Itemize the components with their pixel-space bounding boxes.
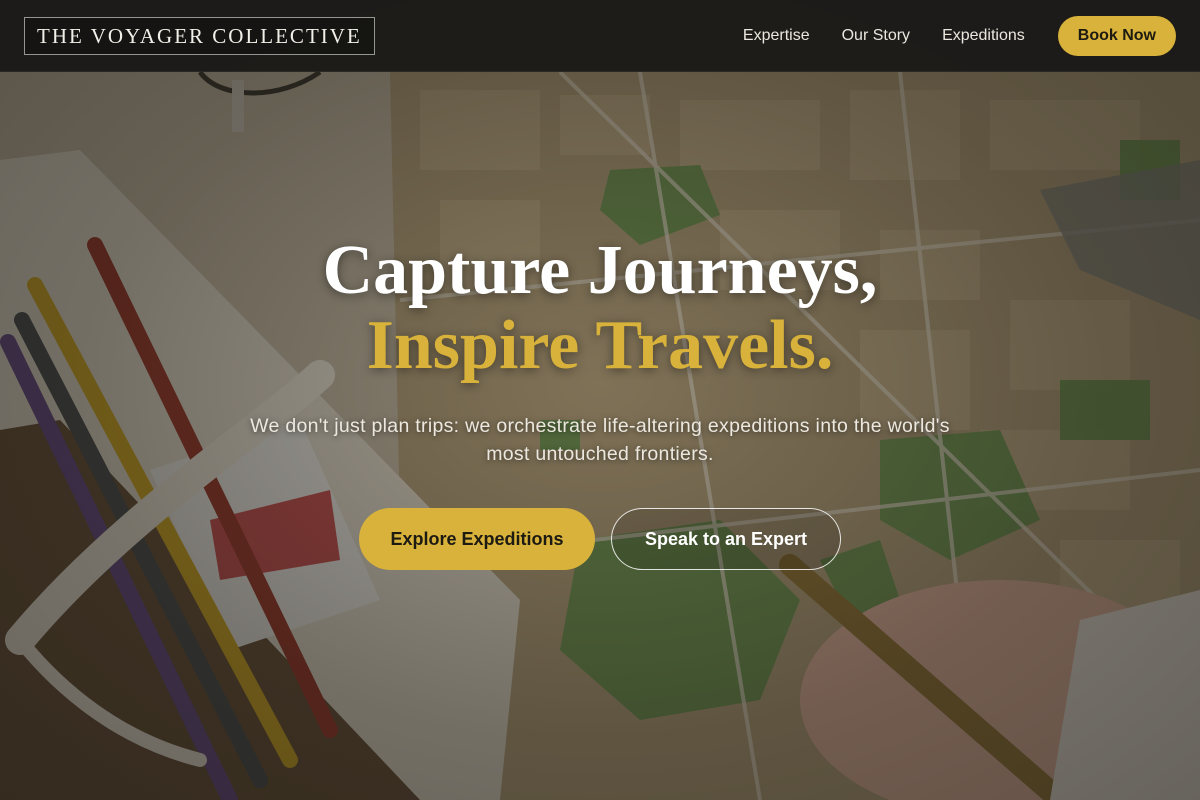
hero-section: Capture Journeys, Inspire Travels. We do…: [0, 232, 1200, 570]
nav-link-our-story[interactable]: Our Story: [842, 27, 910, 45]
brand-logo[interactable]: THE VOYAGER COLLECTIVE: [24, 16, 375, 55]
headline-line-2: Inspire Travels.: [366, 307, 834, 384]
nav-menu: Expertise Our Story Expeditions Book Now: [743, 15, 1176, 56]
headline-line-1: Capture Journeys,: [322, 232, 878, 309]
book-now-button[interactable]: Book Now: [1057, 15, 1176, 56]
top-nav: THE VOYAGER COLLECTIVE Expertise Our Sto…: [0, 0, 1200, 72]
hero-subtitle: We don't just plan trips: we orchestrate…: [250, 415, 950, 465]
nav-link-expertise[interactable]: Expertise: [743, 27, 810, 45]
hero-headline: Capture Journeys, Inspire Travels.: [0, 232, 1200, 382]
speak-to-expert-button[interactable]: Speak to an Expert: [611, 508, 841, 570]
nav-link-expeditions[interactable]: Expeditions: [942, 27, 1025, 45]
hero-cta-group: Explore Expeditions Speak to an Expert: [0, 508, 1200, 570]
explore-expeditions-button[interactable]: Explore Expeditions: [359, 508, 595, 570]
